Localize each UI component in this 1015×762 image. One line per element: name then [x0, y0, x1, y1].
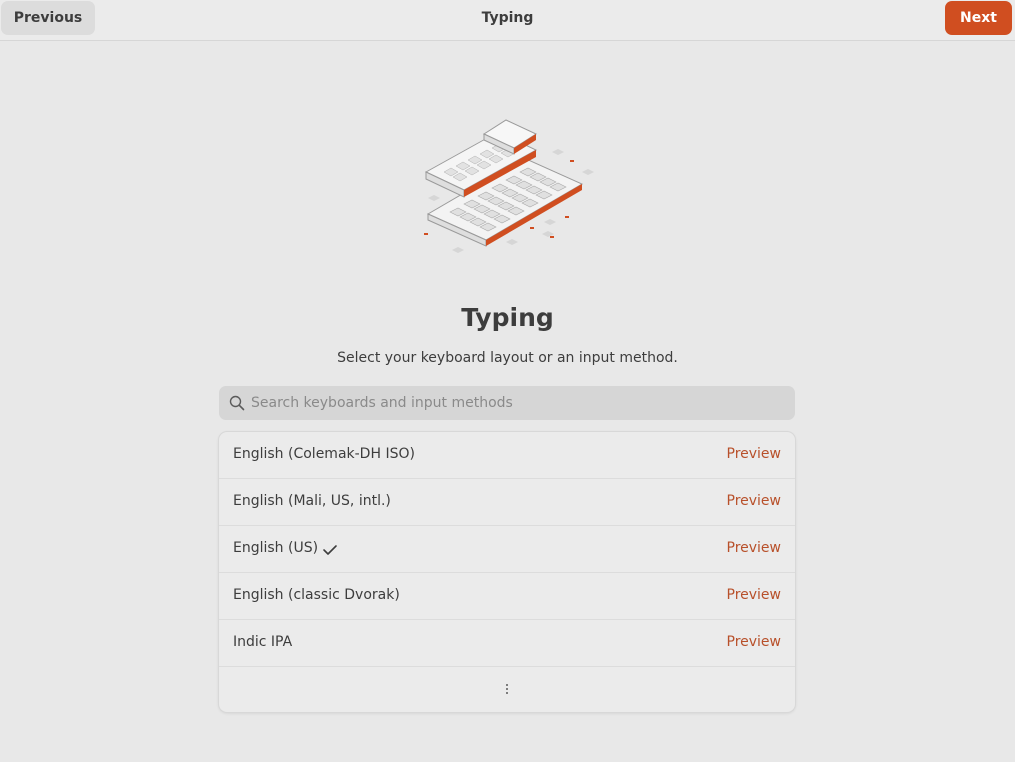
header-bar: Previous Typing Next — [0, 0, 1015, 41]
checkmark-icon — [322, 542, 338, 558]
layout-label: English (classic Dvorak) — [233, 587, 400, 603]
preview-link[interactable]: Preview — [727, 634, 782, 650]
keyboard-layout-list: English (Colemak-DH ISO) Preview English… — [219, 432, 795, 712]
list-item[interactable]: Indic IPA Preview — [219, 620, 795, 667]
keyboard-illustration-icon — [414, 114, 600, 260]
list-item-selected[interactable]: English (US) Preview — [219, 526, 795, 573]
preview-link[interactable]: Preview — [727, 493, 782, 509]
search-box[interactable] — [219, 386, 795, 420]
list-item[interactable]: English (Mali, US, intl.) Preview — [219, 479, 795, 526]
preview-link[interactable]: Preview — [727, 587, 782, 603]
search-input[interactable] — [251, 386, 795, 420]
list-item[interactable]: English (classic Dvorak) Preview — [219, 573, 795, 620]
layout-label: English (Colemak-DH ISO) — [233, 446, 415, 462]
layout-label: Indic IPA — [233, 634, 293, 650]
preview-link[interactable]: Preview — [727, 540, 782, 556]
layout-label: English (Mali, US, intl.) — [233, 493, 391, 509]
preview-link[interactable]: Preview — [727, 446, 782, 462]
header-title: Typing — [481, 10, 534, 26]
more-vertical-icon — [505, 680, 509, 699]
layout-label: English (US) — [233, 540, 319, 556]
page-title: Typing — [461, 303, 554, 332]
search-icon — [229, 395, 245, 411]
next-button[interactable]: Next — [945, 1, 1012, 35]
list-item[interactable]: English (Colemak-DH ISO) Preview — [219, 432, 795, 479]
page-subtitle: Select your keyboard layout or an input … — [337, 350, 678, 366]
show-more-button[interactable] — [219, 667, 795, 712]
